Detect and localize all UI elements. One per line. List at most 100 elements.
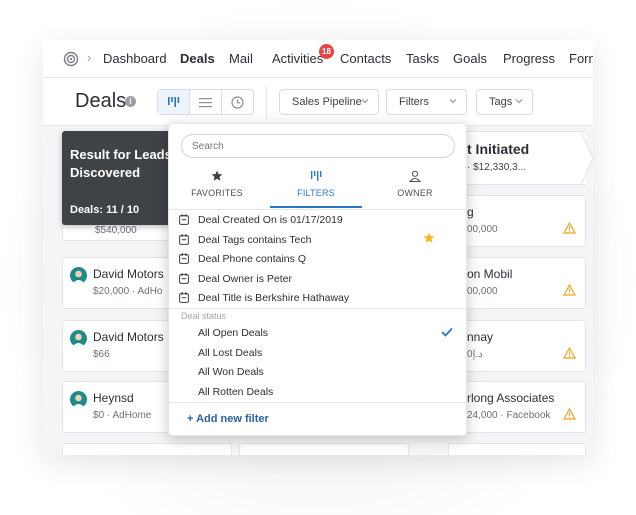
deal-card-amount: 24,000 · Facebook	[467, 410, 551, 421]
deal-card-name: Heynsd	[93, 391, 134, 405]
saved-filter-item[interactable]: Deal Tags contains Tech	[179, 232, 459, 250]
stage-summary: · $12,330,3...	[467, 162, 526, 173]
deal-card-name: David Motors	[93, 267, 164, 281]
stage-deal-count: Deals: 11 / 10	[70, 204, 140, 216]
clock-icon	[231, 95, 244, 109]
tab-label: FILTERS	[297, 188, 335, 198]
person-avatar-icon	[72, 270, 85, 284]
deal-card-amount: $66	[93, 349, 110, 360]
nav-activities[interactable]: Activities	[272, 51, 323, 66]
kanban-icon	[311, 171, 322, 181]
section-divider	[169, 308, 468, 309]
saved-filter-label: Deal Owner is Peter	[198, 273, 292, 285]
tags-dropdown[interactable]: Tags	[476, 89, 533, 115]
deal-card-name: on Mobil	[467, 267, 513, 281]
deal-card-amount: $0 · AdHome	[93, 410, 152, 421]
warning-icon	[563, 347, 576, 359]
status-option-open[interactable]: All Open Deals	[198, 327, 268, 339]
stage-arrow-shape	[581, 131, 593, 185]
list-view-button[interactable]	[190, 90, 222, 114]
nav-tasks[interactable]: Tasks	[406, 51, 439, 66]
star-icon	[211, 170, 223, 181]
avatar	[70, 330, 87, 347]
deal-card-amount: 00,000	[467, 286, 498, 297]
stage-title: t Initiated	[467, 141, 530, 157]
stage-header[interactable]: t Initiated · $12,330,3...	[448, 131, 586, 185]
deal-card[interactable]	[62, 443, 232, 455]
status-option-lost[interactable]: All Lost Deals	[198, 347, 262, 359]
filters-dropdown[interactable]: Filters	[386, 89, 467, 115]
saved-filter-item[interactable]: Deal Phone contains Q	[179, 251, 459, 269]
saved-filter-icon	[179, 292, 189, 303]
page-title: Deals	[75, 90, 127, 112]
person-avatar-icon	[72, 394, 85, 408]
deal-card-name: rlong Associates	[467, 391, 555, 405]
add-new-filter-button[interactable]: + Add new filter	[187, 413, 269, 425]
deal-card-amount: $540,000	[95, 225, 137, 236]
nav-contacts[interactable]: Contacts	[340, 51, 391, 66]
warning-icon	[563, 284, 576, 296]
nav-goals[interactable]: Goals	[453, 51, 487, 66]
tab-favorites[interactable]: FAVORITES	[171, 168, 263, 208]
deal-status-heading: Deal status	[181, 311, 227, 321]
saved-filter-icon	[179, 273, 189, 284]
app-logo-icon[interactable]	[63, 51, 79, 67]
warning-icon	[563, 408, 576, 420]
deal-card[interactable]: g 00,000	[448, 195, 586, 247]
filters-dropdown-label: Filters	[399, 96, 429, 108]
saved-filter-icon	[179, 234, 189, 245]
deal-card[interactable]: nnay د.إ0	[448, 320, 586, 372]
pipeline-dropdown[interactable]: Sales Pipeline	[279, 89, 379, 115]
kanban-view-button[interactable]	[158, 90, 190, 114]
saved-filter-icon	[179, 253, 189, 264]
info-icon[interactable]: i	[125, 96, 136, 107]
avatar	[70, 391, 87, 408]
breadcrumb-chevron-icon: ›	[87, 50, 92, 65]
deals-toolbar: Deals i Sales Pipeline Filters Tags	[43, 78, 593, 126]
status-option-rotten[interactable]: All Rotten Deals	[198, 386, 273, 398]
nav-mail[interactable]: Mail	[229, 51, 253, 66]
checkmark-icon	[441, 327, 453, 337]
filter-search-input[interactable]	[181, 134, 455, 158]
timeline-view-button[interactable]	[222, 90, 253, 114]
nav-deals[interactable]: Deals	[180, 51, 215, 66]
toolbar-divider	[266, 86, 267, 118]
chevron-down-icon	[449, 99, 457, 104]
tags-dropdown-label: Tags	[489, 96, 513, 108]
avatar	[70, 267, 87, 284]
favorite-star-icon[interactable]	[423, 232, 435, 244]
top-navigation: › Dashboard Deals Mail Activities 18 Con…	[43, 40, 593, 78]
section-divider	[169, 402, 468, 403]
chevron-down-icon	[361, 99, 369, 104]
deal-card[interactable]: rlong Associates 24,000 · Facebook	[448, 381, 586, 433]
tab-label: OWNER	[397, 188, 433, 198]
deal-card-name: nnay	[467, 330, 494, 344]
list-icon	[199, 97, 212, 107]
pipeline-dropdown-label: Sales Pipeline	[292, 96, 362, 108]
saved-filter-item[interactable]: Deal Title is Berkshire Hathaway	[179, 290, 459, 308]
saved-filter-item[interactable]: Deal Owner is Peter	[179, 271, 459, 289]
saved-filter-icon	[179, 214, 189, 225]
nav-forms[interactable]: Form	[569, 51, 593, 66]
chevron-down-icon	[515, 99, 523, 104]
status-option-won[interactable]: All Won Deals	[198, 366, 264, 378]
deal-card-amount: $20,000 · AdHo	[93, 286, 163, 297]
deal-card[interactable]	[239, 443, 409, 455]
filters-panel: FAVORITES FILTERS OWNER Deal Created On …	[168, 123, 468, 436]
saved-filter-item[interactable]: Deal Created On is 01/17/2019	[179, 212, 459, 230]
kanban-icon	[168, 97, 180, 107]
tabs-divider	[169, 209, 468, 210]
tab-owner[interactable]: OWNER	[369, 168, 461, 208]
saved-filter-label: Deal Created On is 01/17/2019	[198, 214, 343, 226]
nav-dashboard[interactable]: Dashboard	[103, 51, 167, 66]
view-switcher	[157, 89, 254, 115]
deal-card-amount: 00,000	[467, 224, 498, 235]
person-avatar-icon	[72, 333, 85, 347]
user-icon	[409, 170, 421, 182]
activities-count-badge: 18	[319, 44, 334, 59]
warning-icon	[563, 222, 576, 234]
deal-card[interactable]	[448, 443, 586, 455]
deal-card[interactable]: on Mobil 00,000	[448, 257, 586, 309]
nav-progress[interactable]: Progress	[503, 51, 555, 66]
tab-filters[interactable]: FILTERS	[270, 168, 362, 208]
